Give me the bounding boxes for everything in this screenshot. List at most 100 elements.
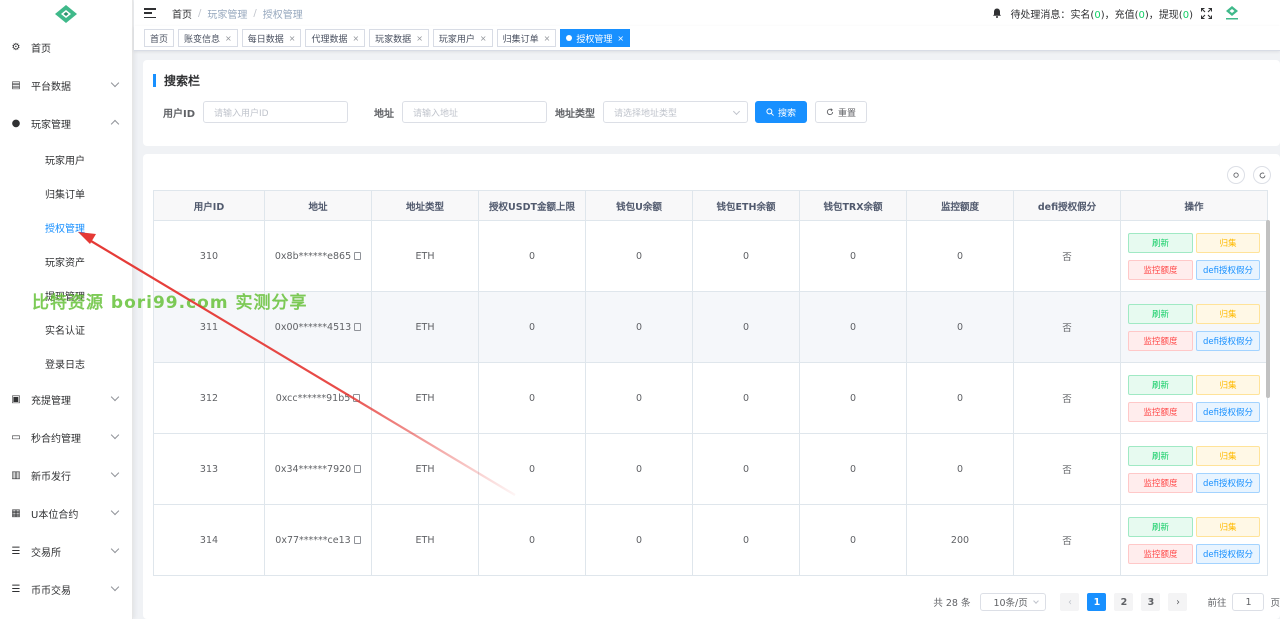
sidebar-item-3[interactable]: ▣ 充提管理 — [0, 380, 132, 418]
defi-fake-score-button[interactable]: defi授权假分 — [1196, 472, 1260, 493]
sidebar-item-4[interactable]: ▭ 秒合约管理 — [0, 418, 132, 456]
cell-usdt-limit: 0 — [478, 433, 586, 505]
close-icon[interactable]: × — [544, 34, 551, 43]
pagination: 共 28 条 10条/页 ‹ 123 › 前往 1 页 — [933, 593, 1280, 611]
sidebar-subitem-3[interactable]: 玩家资产 — [0, 244, 132, 278]
page-button[interactable]: 1 — [1087, 593, 1107, 611]
address-input[interactable]: 请输入地址 — [402, 101, 548, 123]
close-icon[interactable]: × — [480, 34, 487, 43]
sidebar-item-0[interactable]: ⚙ 首页 — [0, 28, 132, 66]
logo[interactable] — [0, 0, 132, 28]
sidebar-subitem-2[interactable]: 授权管理 — [0, 210, 132, 244]
user-id-input[interactable]: 请输入用户ID — [203, 101, 349, 123]
pagination-total: 共 28 条 — [933, 598, 971, 609]
sidebar-subitem-1[interactable]: 归集订单 — [0, 176, 132, 210]
fullscreen-icon[interactable] — [1201, 7, 1212, 19]
collect-button[interactable]: 归集 — [1196, 516, 1260, 537]
tag-1[interactable]: 账变信息 × — [178, 29, 238, 47]
copy-icon[interactable] — [354, 464, 362, 473]
notice-item-suffix: )， — [1144, 9, 1159, 21]
tag-3[interactable]: 代理数据 × — [305, 29, 366, 47]
refresh-button[interactable]: 刷新 — [1128, 445, 1193, 466]
monitor-limit-button[interactable]: 监控额度 — [1128, 543, 1193, 564]
tag-label: 账变信息 — [184, 34, 221, 45]
defi-fake-score-button[interactable]: defi授权假分 — [1196, 543, 1260, 564]
search-button[interactable]: 搜索 — [755, 101, 808, 123]
pending-notice[interactable]: 待处理消息：实名(0)，充值(0)，提现(0) — [1010, 6, 1193, 21]
tag-4[interactable]: 玩家数据 × — [369, 29, 429, 47]
monitor-limit-button[interactable]: 监控额度 — [1128, 259, 1193, 280]
tag-6[interactable]: 归集订单 × — [496, 29, 557, 47]
page-size-select[interactable]: 10条/页 — [980, 593, 1047, 611]
collect-button[interactable]: 归集 — [1196, 374, 1260, 395]
address-type-select[interactable]: 请选择地址类型 — [603, 101, 749, 123]
close-icon[interactable]: × — [352, 34, 359, 43]
collect-button[interactable]: 归集 — [1196, 445, 1260, 466]
breadcrumb: 首页 / 玩家管理 / 授权管理 — [172, 6, 303, 21]
refresh-button[interactable]: 刷新 — [1128, 374, 1193, 395]
cell-type: ETH — [371, 362, 479, 434]
close-icon[interactable]: × — [289, 34, 296, 43]
sidebar-subitem-6[interactable]: 登录日志 — [0, 346, 132, 380]
collect-button[interactable]: 归集 — [1196, 303, 1260, 324]
tag-2[interactable]: 每日数据 × — [241, 29, 302, 47]
monitor-icon: ▭ — [11, 431, 21, 443]
monitor-limit-button[interactable]: 监控额度 — [1128, 330, 1193, 351]
monitor-limit-button[interactable]: 监控额度 — [1128, 401, 1193, 422]
close-icon[interactable]: × — [617, 34, 624, 43]
reset-button[interactable]: 重置 — [815, 101, 868, 123]
tag-5[interactable]: 玩家用户 × — [432, 29, 493, 47]
cell-usdt-limit: 0 — [478, 362, 586, 434]
refresh-table-button[interactable] — [1253, 166, 1271, 184]
cell-eth-balance: 0 — [692, 291, 800, 363]
column-header: defi授权假分 — [1013, 190, 1121, 221]
close-icon[interactable]: × — [225, 34, 232, 43]
page-jump-input[interactable]: 1 — [1232, 593, 1265, 611]
cell-type: ETH — [371, 433, 479, 505]
column-header: 钱包U余额 — [585, 190, 693, 221]
cell-usdt-limit: 0 — [478, 291, 586, 363]
chart-icon: ▤ — [11, 79, 21, 91]
tag-7[interactable]: 授权管理 × — [560, 29, 631, 47]
cell-trx-balance: 0 — [799, 504, 907, 576]
cell-u-balance: 0 — [585, 291, 693, 363]
sidebar-item-2[interactable]: ● 玩家管理 — [0, 104, 132, 142]
table-header-row: 用户ID 地址 地址类型 授权USDT金额上限 钱包U余额 钱包ETH余额 钱包TRX余额监… — [153, 190, 1268, 221]
toggle-search-button[interactable] — [1227, 166, 1245, 184]
copy-icon[interactable] — [354, 251, 362, 260]
exchange-icon: ☰ — [11, 583, 21, 595]
sidebar-item-8[interactable]: ☰ 币币交易 — [0, 570, 132, 608]
cell-address: 0x77******ce13 — [264, 504, 372, 576]
copy-icon[interactable] — [354, 322, 362, 331]
page-button[interactable]: 2 — [1114, 593, 1134, 611]
sidebar-item-7[interactable]: ☰ 交易所 — [0, 532, 132, 570]
avatar[interactable] — [1224, 5, 1240, 21]
close-icon[interactable]: × — [416, 34, 423, 43]
cell-actions: 刷新 归集 监控额度 defi授权假分 — [1120, 362, 1268, 434]
sidebar-subitem-0[interactable]: 玩家用户 — [0, 142, 132, 176]
collect-button[interactable]: 归集 — [1196, 232, 1260, 253]
refresh-button[interactable]: 刷新 — [1128, 232, 1193, 253]
defi-fake-score-button[interactable]: defi授权假分 — [1196, 401, 1260, 422]
monitor-limit-button[interactable]: 监控额度 — [1128, 472, 1193, 493]
sidebar-item-6[interactable]: ▦ U本位合约 — [0, 494, 132, 532]
table-scrollbar[interactable] — [1266, 220, 1270, 398]
copy-icon[interactable] — [353, 535, 361, 544]
next-page-button[interactable]: › — [1168, 593, 1188, 611]
breadcrumb-home[interactable]: 首页 — [172, 6, 192, 21]
defi-fake-score-button[interactable]: defi授权假分 — [1196, 330, 1260, 351]
bell-icon[interactable] — [992, 8, 1002, 18]
refresh-button[interactable]: 刷新 — [1128, 516, 1193, 537]
hamburger-icon[interactable] — [144, 8, 156, 18]
sidebar-subitem-5[interactable]: 实名认证 — [0, 312, 132, 346]
refresh-button[interactable]: 刷新 — [1128, 303, 1193, 324]
tag-0[interactable]: 首页 — [144, 29, 175, 47]
breadcrumb-player-management[interactable]: 玩家管理 — [207, 6, 247, 21]
defi-fake-score-button[interactable]: defi授权假分 — [1196, 259, 1260, 280]
sidebar-item-5[interactable]: ▥ 新币发行 — [0, 456, 132, 494]
page-button[interactable]: 3 — [1141, 593, 1161, 611]
copy-icon[interactable] — [353, 393, 361, 402]
sidebar-item-1[interactable]: ▤ 平台数据 — [0, 66, 132, 104]
prev-page-button[interactable]: ‹ — [1060, 593, 1080, 611]
cell-user-id: 312 — [153, 362, 265, 434]
